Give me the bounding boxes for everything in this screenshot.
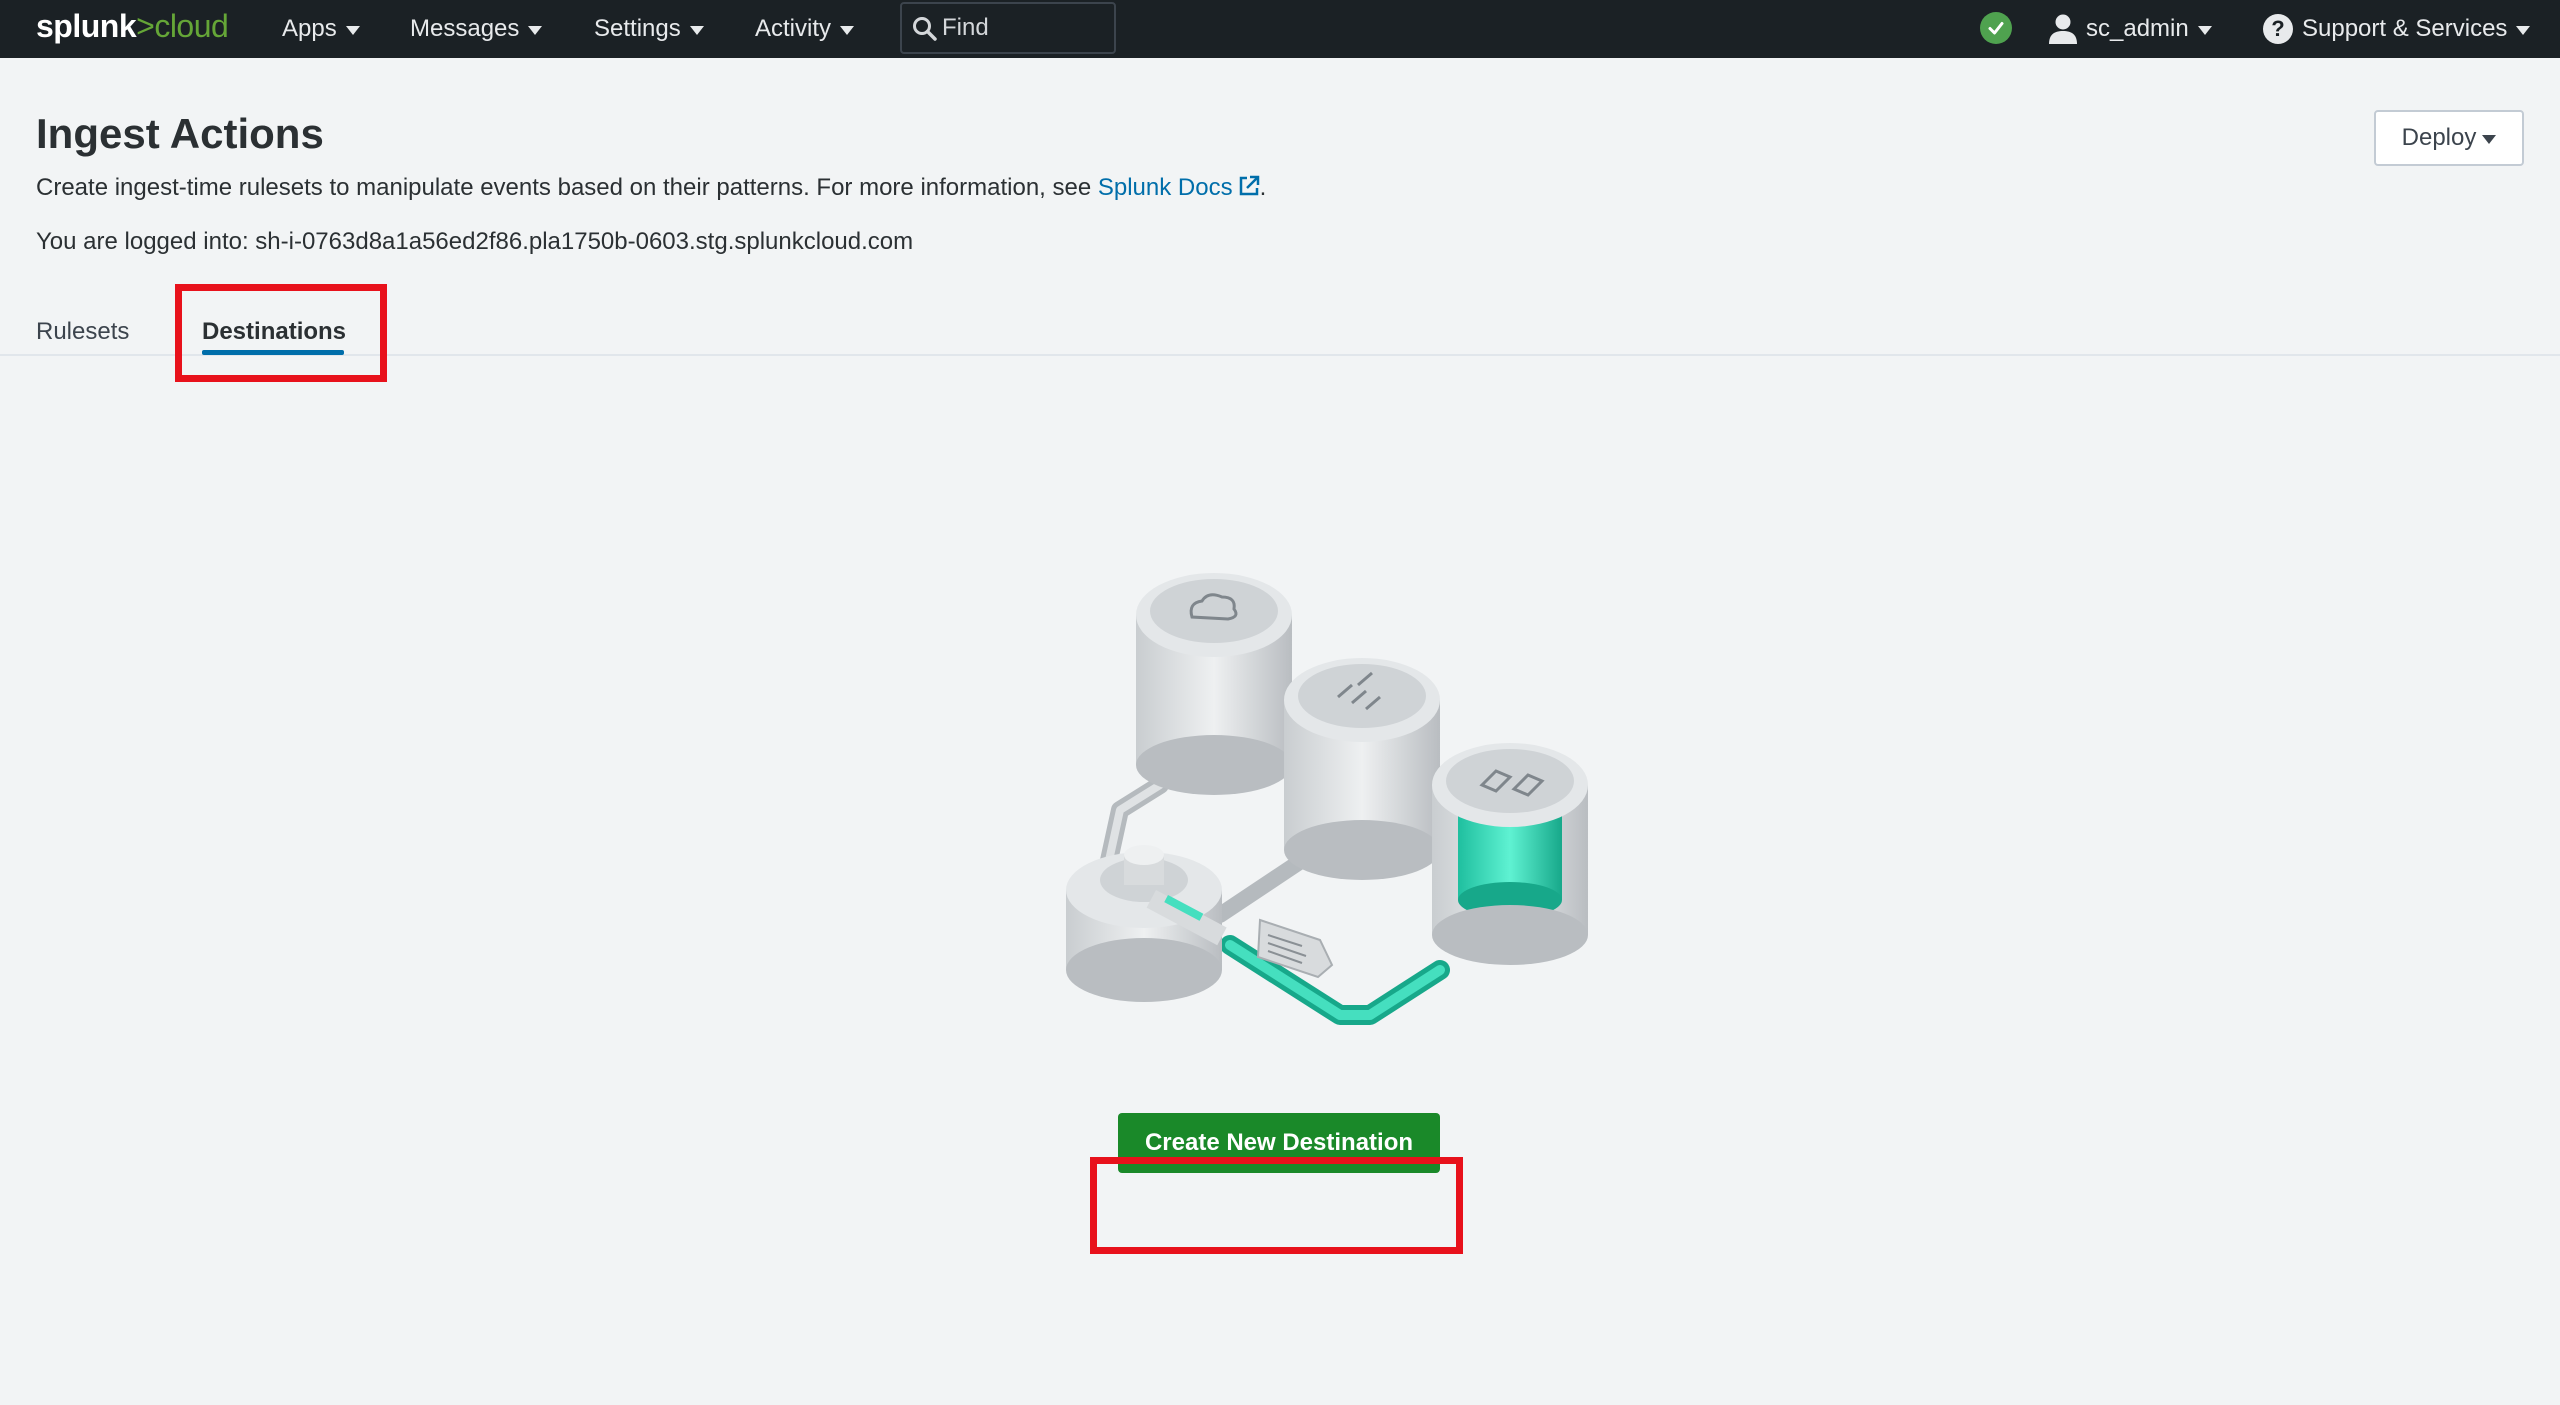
page-title: Ingest Actions: [36, 110, 324, 157]
check-circle-icon[interactable]: [1980, 12, 2012, 44]
caret-down-icon: [2197, 25, 2212, 35]
user-menu[interactable]: sc_admin: [2048, 0, 2212, 58]
splunk-cloud-logo[interactable]: splunk > cloud: [36, 8, 229, 48]
caret-down-icon: [689, 25, 704, 35]
nav-apps-menu[interactable]: Apps: [282, 0, 360, 58]
nav-apps-label: Apps: [282, 15, 337, 42]
svg-text:?: ?: [2271, 16, 2284, 41]
top-navigation-bar: splunk > cloud Apps Messages Settings Ac…: [0, 0, 2560, 58]
deploy-label: Deploy: [2401, 124, 2477, 151]
support-label: Support & Services: [2302, 15, 2508, 42]
nav-activity-menu[interactable]: Activity: [755, 0, 855, 58]
search-icon: [913, 17, 937, 41]
find-search-input[interactable]: Find: [900, 2, 1116, 54]
caret-down-icon: [528, 25, 543, 35]
logo-secondary: cloud: [154, 8, 229, 44]
deploy-button[interactable]: Deploy: [2374, 110, 2524, 166]
nav-activity-label: Activity: [755, 15, 832, 42]
nav-settings-menu[interactable]: Settings: [594, 0, 704, 58]
caret-down-icon: [345, 25, 360, 35]
logo-separator: >: [136, 8, 155, 44]
caret-down-icon: [840, 25, 855, 35]
caret-down-icon: [2516, 25, 2531, 35]
page-description: Create ingest-time rulesets to manipulat…: [36, 174, 1266, 202]
find-placeholder: Find: [942, 14, 989, 41]
description-end: .: [1259, 174, 1267, 201]
logo-primary: splunk: [36, 8, 137, 44]
external-link-icon: [1239, 175, 1259, 196]
help-question-icon: ?: [2263, 14, 2293, 44]
nav-messages-label: Messages: [410, 15, 520, 42]
tab-rulesets[interactable]: Rulesets: [36, 318, 129, 346]
splunk-docs-link[interactable]: Splunk Docs: [1098, 174, 1260, 201]
nav-settings-label: Settings: [594, 15, 681, 42]
nav-messages-menu[interactable]: Messages: [410, 0, 543, 58]
logged-in-host: You are logged into: sh-i-0763d8a1a56ed2…: [36, 228, 914, 255]
description-text: Create ingest-time rulesets to manipulat…: [36, 174, 1098, 201]
highlight-box-create-button: [1090, 1157, 1463, 1254]
caret-down-icon: [2482, 134, 2497, 144]
docs-link-label: Splunk Docs: [1097, 174, 1233, 201]
support-services-menu[interactable]: ? Support & Services: [2262, 0, 2531, 58]
data-pipeline-illustration: [1066, 573, 1588, 1025]
highlight-box-destinations-tab: [175, 284, 387, 382]
user-label: sc_admin: [2086, 15, 2189, 42]
user-icon: [2049, 14, 2077, 44]
